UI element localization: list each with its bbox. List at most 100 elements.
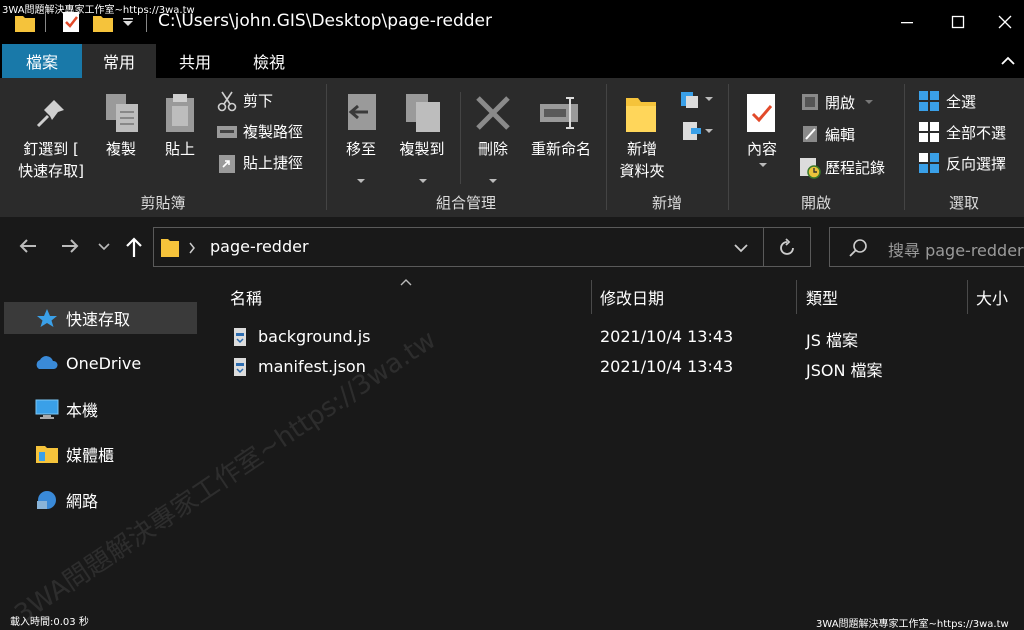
new-folder-icon[interactable] — [92, 12, 114, 34]
paste-shortcut-button[interactable]: 貼上捷徑 — [243, 152, 303, 173]
cloud-icon — [36, 356, 58, 369]
copy-path-icon — [217, 126, 237, 138]
new-folder-label-line2: 資料夾 — [619, 162, 665, 180]
clipboard-group-label: 剪貼簿 — [140, 194, 186, 212]
rename-button[interactable]: 重新命名 — [522, 138, 600, 160]
delete-chevron-icon[interactable] — [488, 178, 498, 184]
tab-share[interactable]: 共用 — [160, 44, 230, 78]
nav-item-libraries[interactable]: 媒體櫃 — [4, 438, 197, 470]
paste-button[interactable]: 貼上 — [156, 138, 204, 160]
search-box[interactable]: 搜尋 page-redder — [829, 227, 1024, 267]
new-folder-label-line1: 新增 — [626, 140, 657, 158]
edit-button[interactable]: 編輯 — [825, 124, 855, 145]
properties-icon[interactable] — [60, 10, 82, 34]
recent-locations-chevron-icon[interactable] — [98, 243, 110, 251]
maximize-button[interactable] — [935, 0, 981, 44]
breadcrumb-chevron-icon[interactable] — [188, 242, 196, 254]
copy-path-button[interactable]: 複製路徑 — [243, 121, 303, 142]
history-button[interactable]: 歷程記錄 — [825, 157, 885, 178]
select-group-label: 選取 — [948, 194, 979, 212]
nav-item-quick-access[interactable]: 快速存取 — [4, 302, 197, 334]
copy-button[interactable]: 複製 — [96, 138, 146, 160]
select-all-button[interactable]: 全選 — [946, 91, 976, 112]
column-header-size[interactable]: 大小 — [976, 283, 1008, 311]
table-row[interactable]: background.js 2021/10/4 13:43 JS 檔案 — [228, 323, 1024, 351]
address-history-chevron-icon[interactable] — [734, 244, 748, 253]
tab-file[interactable]: 檔案 — [2, 44, 82, 78]
collapse-ribbon-icon[interactable] — [1000, 56, 1016, 66]
scissors-icon — [217, 91, 237, 112]
status-load-time: 載入時間:0.03 秒 — [10, 617, 89, 628]
file-name: background.js — [258, 327, 371, 346]
sort-ascending-icon — [400, 279, 412, 286]
pin-icon — [36, 100, 64, 128]
new-item-chevron-icon[interactable] — [704, 96, 714, 102]
delete-button[interactable]: 刪除 — [466, 138, 520, 160]
breadcrumb-current-folder[interactable]: page-redder — [210, 237, 309, 256]
window-title: C:\Users\john.GIS\Desktop\page-redder — [158, 11, 492, 31]
file-modified: 2021/10/4 13:43 — [600, 357, 734, 376]
move-to-chevron-icon[interactable] — [356, 178, 366, 184]
open-button[interactable]: 開啟 — [825, 92, 855, 113]
move-to-button[interactable]: 移至 — [336, 138, 386, 160]
copy-to-icon — [406, 94, 440, 132]
organize-divider — [460, 92, 461, 184]
edit-icon — [803, 126, 817, 142]
forward-arrow-icon[interactable] — [60, 237, 80, 255]
organize-group-label: 組合管理 — [435, 194, 496, 212]
file-type: JS 檔案 — [806, 331, 858, 350]
column-header-name[interactable]: 名稱 — [230, 283, 262, 311]
file-modified: 2021/10/4 13:43 — [600, 327, 734, 346]
nav-label: 快速存取 — [66, 310, 131, 329]
title-bar: 3WA問題解決專家工作室~https://3wa.tw C:\Users\joh… — [0, 0, 1024, 44]
pin-label-line1: 釘選到 [ — [23, 140, 79, 158]
search-icon — [849, 239, 867, 257]
customize-toolbar-chevron-icon[interactable] — [122, 18, 134, 28]
column-header-modified[interactable]: 修改日期 — [600, 283, 664, 311]
pin-to-quick-access-button[interactable]: 釘選到 [ 快速存取] — [8, 138, 94, 182]
refresh-icon — [780, 238, 794, 255]
tab-home[interactable]: 常用 — [82, 44, 156, 78]
copy-to-button[interactable]: 複製到 — [392, 138, 452, 160]
folder-icon[interactable] — [14, 12, 36, 34]
close-button[interactable] — [982, 0, 1024, 44]
nav-label: 網路 — [66, 492, 99, 511]
library-icon — [36, 446, 58, 463]
minimize-icon — [901, 22, 913, 24]
close-icon — [998, 15, 1012, 29]
file-type: JSON 檔案 — [806, 361, 883, 380]
cut-button[interactable]: 剪下 — [243, 90, 273, 111]
refresh-button[interactable] — [764, 227, 811, 267]
ribbon: 釘選到 [ 快速存取] 複製 貼上 剪下 複製路徑 貼上捷徑 剪貼簿 移至 複製… — [0, 78, 1024, 217]
script-file-icon — [234, 328, 246, 346]
column-divider[interactable] — [591, 280, 592, 314]
nav-item-this-pc[interactable]: 本機 — [4, 393, 197, 425]
easy-access-chevron-icon[interactable] — [704, 128, 714, 134]
invert-selection-button[interactable]: 反向選擇 — [946, 153, 1006, 174]
ribbon-tabs: 檔案 常用 共用 檢視 — [0, 44, 1024, 78]
new-group-label: 新增 — [651, 194, 682, 212]
tab-view[interactable]: 檢視 — [234, 44, 304, 78]
toolbar-divider — [45, 14, 46, 32]
back-arrow-icon[interactable] — [18, 237, 38, 255]
properties-chevron-icon[interactable] — [758, 162, 768, 168]
column-divider[interactable] — [796, 280, 797, 314]
up-arrow-icon[interactable] — [124, 236, 144, 258]
easy-access-icon[interactable] — [680, 120, 702, 142]
script-file-icon — [234, 358, 246, 376]
properties-button[interactable]: 內容 — [736, 138, 788, 160]
new-item-icon[interactable] — [680, 90, 702, 110]
search-placeholder: 搜尋 page-redder — [888, 241, 1024, 260]
select-none-button[interactable]: 全部不選 — [946, 122, 1006, 143]
minimize-button[interactable] — [884, 0, 930, 44]
new-folder-button[interactable]: 新增 資料夾 — [610, 138, 674, 182]
watermark-bottom: 3WA問題解決專家工作室~https://3wa.tw — [816, 619, 1009, 630]
column-divider[interactable] — [967, 280, 968, 314]
nav-item-onedrive[interactable]: OneDrive — [4, 347, 197, 379]
address-bar[interactable]: page-redder — [153, 227, 764, 267]
open-group-label: 開啟 — [800, 194, 831, 212]
open-chevron-icon[interactable] — [864, 99, 874, 105]
copy-to-chevron-icon[interactable] — [418, 178, 428, 184]
title-divider — [146, 14, 147, 32]
column-header-type[interactable]: 類型 — [806, 283, 838, 311]
